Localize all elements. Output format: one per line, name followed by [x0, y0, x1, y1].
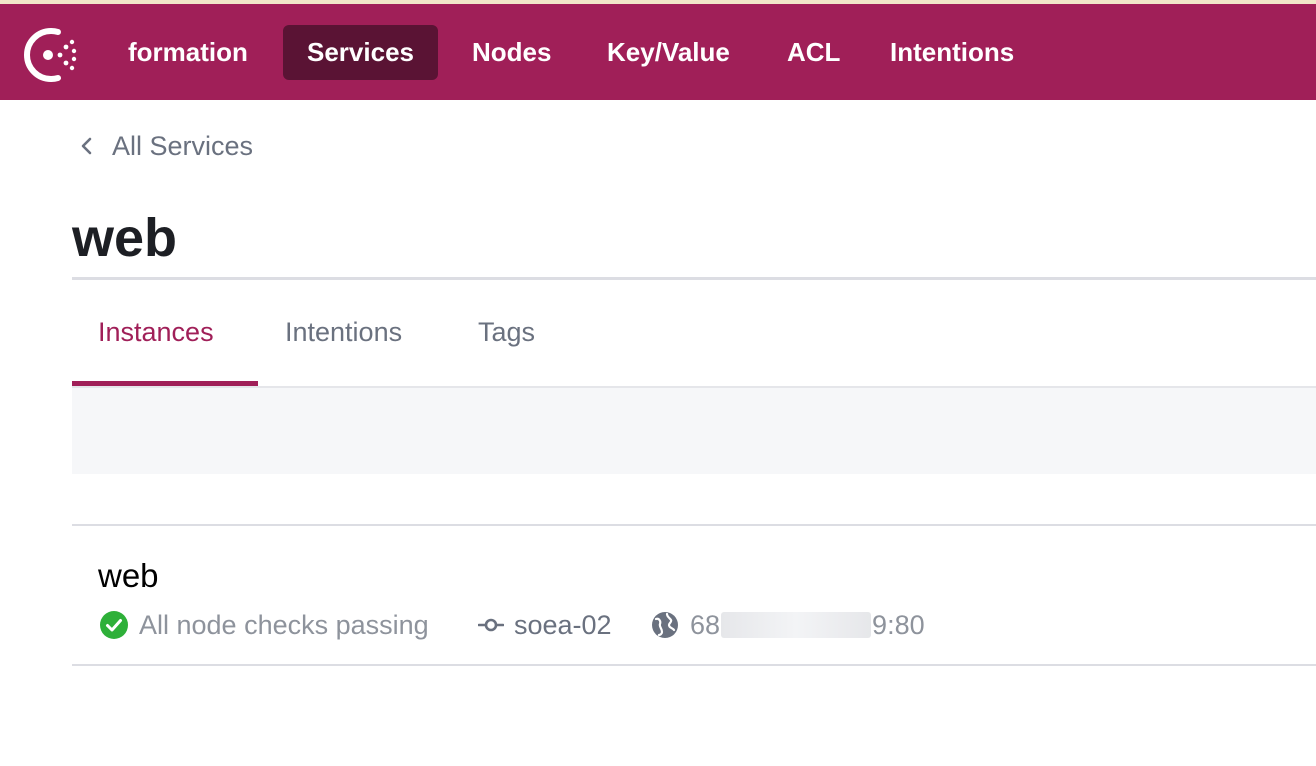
check-circle-icon [100, 611, 128, 639]
list-divider [72, 664, 1316, 666]
breadcrumb[interactable]: All Services [78, 126, 253, 166]
health-status-text: All node checks passing [139, 609, 429, 640]
node-name: soea-02 [514, 609, 612, 640]
node-icon [478, 618, 504, 632]
top-navigation-bar: formation Services Nodes Key/Value ACL I… [0, 0, 1316, 100]
address-prefix: 68 [690, 609, 721, 640]
breadcrumb-label: All Services [112, 130, 254, 161]
page-title: web [72, 208, 178, 268]
health-status: All node checks passing [99, 605, 429, 645]
chevron-left-icon [81, 137, 92, 155]
tab-intentions[interactable]: Intentions [285, 300, 402, 364]
consul-logo-icon[interactable] [22, 26, 80, 84]
instance-address: 68 9:80 [650, 605, 925, 645]
node-link[interactable]: soea-02 [478, 605, 612, 645]
redacted-address [721, 612, 872, 638]
tab-tags[interactable]: Tags [478, 300, 535, 364]
title-divider [72, 277, 1316, 280]
instance-name[interactable]: web [98, 556, 159, 596]
globe-icon [652, 612, 678, 638]
filter-bar[interactable] [72, 388, 1316, 474]
nav-item-formation[interactable]: formation [104, 25, 272, 80]
nav-item-nodes[interactable]: Nodes [448, 25, 575, 80]
nav-item-intentions[interactable]: Intentions [866, 25, 1038, 80]
tab-instances[interactable]: Instances [98, 300, 214, 364]
nav-item-services[interactable]: Services [283, 25, 438, 80]
address-suffix: 9:80 [872, 609, 925, 640]
nav-item-acl[interactable]: ACL [763, 25, 864, 80]
list-divider [72, 524, 1316, 526]
nav-item-key-value[interactable]: Key/Value [583, 25, 754, 80]
